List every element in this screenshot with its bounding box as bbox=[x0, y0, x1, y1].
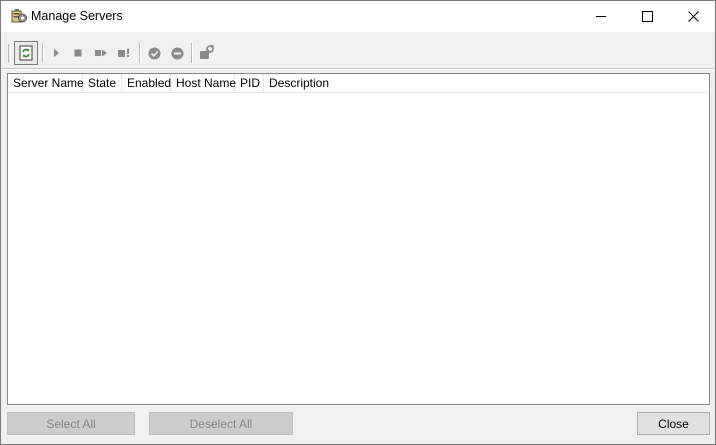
toolbar bbox=[1, 32, 715, 72]
minimize-icon bbox=[595, 16, 606, 17]
minimize-button[interactable] bbox=[578, 1, 624, 32]
column-header-pid[interactable]: PID bbox=[235, 74, 264, 93]
column-header-enabled[interactable]: Enabled bbox=[122, 74, 171, 93]
minus-circle-icon bbox=[171, 47, 183, 59]
kill-icon bbox=[118, 48, 129, 57]
restart-icon bbox=[95, 49, 107, 57]
properties-button[interactable] bbox=[195, 41, 217, 63]
servers-list[interactable]: Server Name State Enabled Host Name PID … bbox=[7, 73, 710, 405]
enable-button[interactable] bbox=[143, 42, 165, 64]
tools-icon bbox=[199, 43, 214, 59]
deselect-all-button[interactable]: Deselect All bbox=[149, 412, 293, 435]
close-window-button[interactable] bbox=[670, 1, 716, 32]
start-button[interactable] bbox=[45, 42, 67, 64]
maximize-button[interactable] bbox=[624, 1, 670, 32]
column-header-host-name[interactable]: Host Name bbox=[171, 74, 236, 93]
column-header-description[interactable]: Description bbox=[264, 74, 709, 93]
manage-servers-icon bbox=[10, 7, 28, 25]
manage-servers-window: Manage Servers Server Name State Enabled… bbox=[0, 0, 716, 445]
stop-button[interactable] bbox=[67, 42, 89, 64]
toolbar-separator bbox=[139, 43, 141, 63]
title-bar[interactable]: Manage Servers bbox=[1, 1, 715, 32]
toolbar-separator bbox=[42, 43, 44, 63]
toolbar-separator bbox=[191, 43, 193, 63]
maximize-icon bbox=[641, 11, 653, 22]
close-icon bbox=[687, 11, 699, 22]
window-title: Manage Servers bbox=[31, 9, 123, 23]
kill-button[interactable] bbox=[113, 42, 135, 64]
close-button[interactable]: Close bbox=[637, 412, 710, 435]
restart-button[interactable] bbox=[90, 42, 112, 64]
toolbar-grip[interactable] bbox=[8, 44, 11, 63]
select-all-button[interactable]: Select All bbox=[7, 412, 135, 435]
stop-icon bbox=[74, 49, 82, 57]
refresh-button[interactable] bbox=[14, 41, 38, 65]
column-header-state[interactable]: State bbox=[83, 74, 122, 93]
check-circle-icon bbox=[148, 47, 160, 59]
list-header: Server Name State Enabled Host Name PID … bbox=[8, 74, 709, 93]
refresh-icon bbox=[19, 45, 33, 61]
toolbar-divider bbox=[1, 68, 715, 70]
disable-button[interactable] bbox=[166, 42, 188, 64]
column-header-server-name[interactable]: Server Name bbox=[8, 74, 84, 93]
list-body[interactable] bbox=[8, 93, 709, 404]
play-icon bbox=[54, 49, 59, 57]
